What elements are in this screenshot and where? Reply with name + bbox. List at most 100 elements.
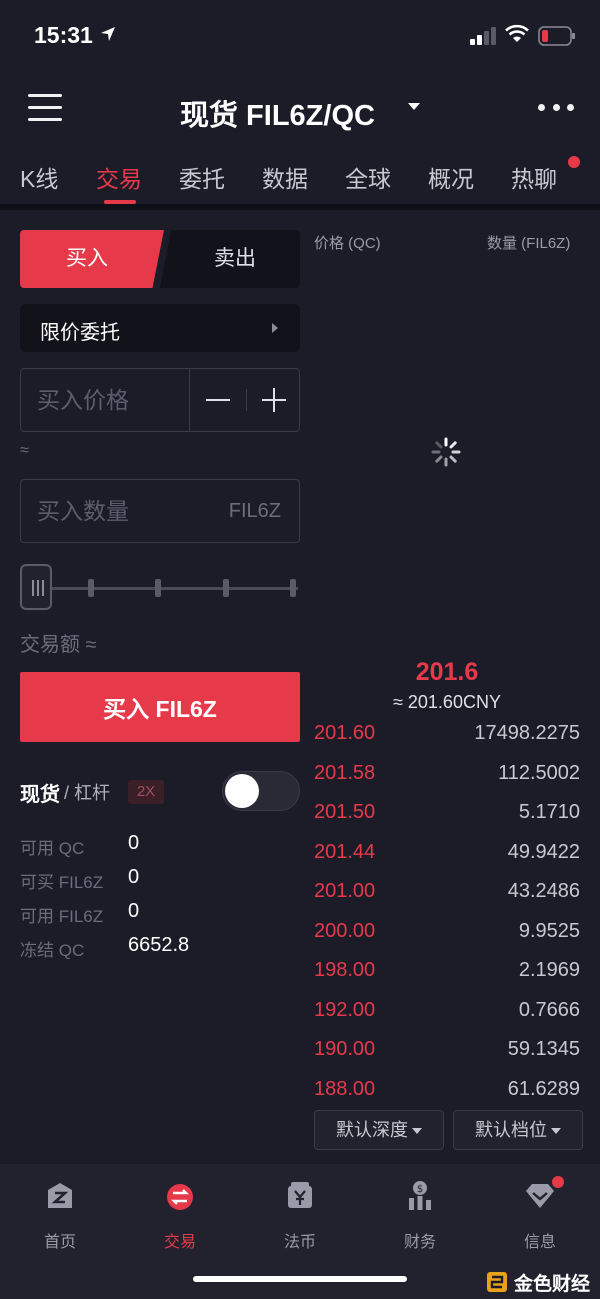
last-price: 201.6: [415, 658, 479, 686]
status-bar: 15:31: [0, 0, 600, 72]
exchange-icon: [167, 1184, 193, 1210]
diamond-message-icon: [526, 1184, 554, 1208]
quantity-unit: FIL6Z: [228, 500, 281, 522]
home-icon: [48, 1183, 72, 1208]
last-price-cny: ≈ 201.60CNY: [393, 692, 501, 712]
price-increase-button[interactable]: [249, 369, 299, 431]
loading-spinner-icon: [431, 437, 461, 467]
orderbook-row[interactable]: 200.00 9.9525: [314, 916, 580, 956]
orderbook-bids: 201.60 17498.2275 201.58 112.5002 201.50 5.…: [314, 718, 580, 1113]
tab-overview[interactable]: 概况: [428, 160, 474, 194]
bid-qty: 49.9422: [507, 840, 580, 863]
nav-home[interactable]: 首页: [0, 1180, 120, 1251]
trade-amount-label: 交易额 ≈: [20, 634, 97, 656]
more-options-icon[interactable]: [538, 104, 574, 112]
tab-global[interactable]: 全球: [345, 160, 391, 194]
bid-qty: 43.2486: [507, 880, 580, 902]
tab-orders[interactable]: 委托: [179, 160, 225, 194]
balance-label: 可买 FIL6Z: [20, 873, 104, 892]
nav-info[interactable]: 信息: [480, 1180, 600, 1251]
quantity-input-group: FIL6Z: [20, 479, 300, 543]
buy-tab[interactable]: 买入: [20, 230, 164, 288]
price-decrease-button[interactable]: [193, 369, 243, 431]
market-title[interactable]: 现货 FIL6Z/QC: [180, 92, 375, 134]
bid-price: 201.60: [314, 722, 376, 744]
price-approx-value: ≈: [20, 442, 29, 459]
nav-fiat[interactable]: 法币: [240, 1180, 360, 1251]
hamburger-menu-icon[interactable]: [28, 94, 62, 124]
bid-price: 198.00: [314, 959, 376, 981]
bid-price: 190.00: [314, 1038, 376, 1060]
depth-label: 默认深度: [336, 1120, 408, 1140]
orderbook-row[interactable]: 201.50 5.1710: [314, 797, 580, 837]
orderbook-row[interactable]: 201.60 17498.2275: [314, 718, 580, 758]
buy-submit-button[interactable]: 买入 FIL6Z: [20, 672, 300, 742]
buy-sell-switch: 买入 卖出: [20, 230, 300, 288]
default-depth-dropdown[interactable]: 默认深度: [314, 1110, 444, 1150]
finance-chart-icon: $: [409, 1181, 431, 1210]
quantity-slider[interactable]: [20, 562, 302, 610]
divider: [189, 369, 190, 431]
slider-handle[interactable]: [20, 564, 52, 610]
divider: [0, 204, 600, 210]
orderbook-row[interactable]: 201.00 43.2486: [314, 876, 580, 916]
bid-qty: 5.1710: [518, 801, 580, 823]
spot-label: 现货: [20, 783, 60, 806]
home-indicator[interactable]: [193, 1276, 407, 1282]
orderbook-row[interactable]: 192.00 0.7666: [314, 995, 580, 1035]
orderbook-row[interactable]: 201.44 49.9422: [314, 837, 580, 877]
bid-price: 201.44: [314, 840, 376, 863]
caret-down-icon: [412, 1128, 422, 1135]
orderbook-row[interactable]: 188.00 61.6289: [314, 1074, 580, 1114]
bid-price: 201.58: [314, 761, 376, 784]
nav-trade[interactable]: 交易: [120, 1180, 240, 1251]
nav-finance[interactable]: $ 财务: [360, 1180, 480, 1251]
margin-toggle[interactable]: [222, 771, 300, 811]
status-time: 15:31: [34, 22, 93, 48]
tab-bar: K线 交易 委托 数据 全球 概况 热聊: [0, 156, 600, 206]
slider-track: [48, 587, 298, 590]
default-level-dropdown[interactable]: 默认档位: [453, 1110, 583, 1150]
price-input[interactable]: [37, 383, 187, 417]
bid-qty: 61.6289: [507, 1077, 580, 1100]
orderbook-qty-header: 数量 (FIL6Z): [487, 235, 571, 252]
nav-label: 首页: [43, 1234, 76, 1251]
orderbook-row[interactable]: 198.00 2.1969: [314, 955, 580, 995]
watermark: 金色财经: [486, 1268, 590, 1296]
balance-value: 0: [128, 866, 140, 888]
tab-data[interactable]: 数据: [262, 160, 308, 194]
jinse-logo-icon: [487, 1272, 507, 1292]
bid-price: 192.00: [314, 998, 376, 1021]
tab-trade[interactable]: 交易: [96, 160, 142, 194]
bid-price: 201.50: [314, 801, 376, 823]
tab-kline[interactable]: K线: [20, 160, 58, 194]
notification-dot: [552, 1176, 564, 1188]
top-header: 现货 FIL6Z/QC: [0, 80, 600, 138]
notification-dot: [568, 156, 580, 168]
watermark-text: 金色财经: [514, 1273, 591, 1295]
balance-label: 冻结 QC: [20, 941, 85, 960]
balance-value: 6652.8: [128, 934, 190, 956]
slider-tick[interactable]: [88, 579, 94, 597]
orderbook-row[interactable]: 190.00 59.1345: [314, 1034, 580, 1074]
quantity-input[interactable]: [37, 494, 187, 528]
tab-chat[interactable]: 热聊: [511, 160, 557, 194]
svg-text:$: $: [417, 1184, 423, 1195]
nav-label: 交易: [163, 1234, 196, 1251]
leverage-badge: 2X: [128, 780, 164, 804]
order-type-selector[interactable]: 限价委托: [20, 304, 300, 352]
caret-down-icon[interactable]: [408, 103, 420, 110]
toggle-knob: [225, 774, 259, 808]
orderbook-row[interactable]: 201.58 112.5002: [314, 758, 580, 798]
sell-tab[interactable]: 卖出: [160, 230, 300, 288]
slider-tick[interactable]: [155, 579, 161, 597]
bid-qty: 0.7666: [518, 998, 580, 1021]
bid-qty: 17498.2275: [474, 722, 580, 744]
order-type-label: 限价委托: [40, 322, 120, 344]
slider-tick[interactable]: [290, 579, 296, 597]
nav-label: 财务: [403, 1234, 436, 1251]
yen-wallet-icon: [288, 1182, 312, 1208]
slider-tick[interactable]: [223, 579, 229, 597]
bid-qty: 2.1969: [518, 959, 580, 981]
wifi-icon: [505, 24, 529, 42]
